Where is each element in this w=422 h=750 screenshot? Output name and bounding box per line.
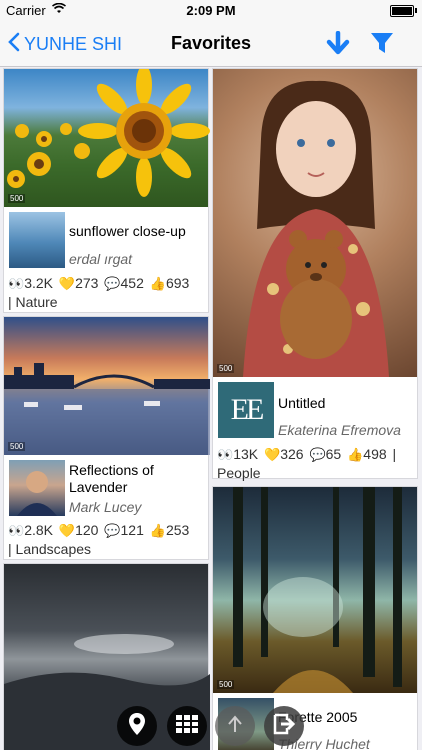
watermark: 500 <box>217 680 235 689</box>
comments-count: 65 <box>325 446 342 462</box>
photo-stats: 👀13K 💛326 💬65 👍498 | People <box>217 445 417 482</box>
grid-view-button[interactable] <box>167 706 207 746</box>
views-count: 13K <box>233 446 259 462</box>
heart-icon: 💛 <box>58 523 76 538</box>
views-count: 2.8K <box>24 522 53 538</box>
thumbs-up-icon: 👍 <box>149 523 166 538</box>
watermark: 500 <box>8 442 26 451</box>
photo-image[interactable]: 500 <box>213 487 417 693</box>
photo-author[interactable]: erdal ırgat <box>69 251 132 267</box>
photo-title: Reflections of Lavender <box>69 462 154 495</box>
votes-count: 498 <box>363 446 387 462</box>
photo-image[interactable]: 500 <box>4 69 210 207</box>
grid-icon <box>176 714 198 738</box>
status-time: 2:09 PM <box>186 3 236 18</box>
page-title: Favorites <box>170 33 252 53</box>
photo-card[interactable]: 500 Reflections of Lavender Mark Lucey 👀… <box>3 316 210 560</box>
photo-image[interactable]: 500 <box>213 69 417 377</box>
scroll-top-button[interactable] <box>215 706 255 746</box>
exit-icon <box>273 713 296 740</box>
comments-count: 121 <box>120 522 144 538</box>
likes-count: 326 <box>280 446 304 462</box>
photo-card[interactable]: 500 EE Untitled Ekaterina Efremova 👀13K … <box>212 68 418 482</box>
views-icon: 👀 <box>8 276 25 291</box>
location-pin-icon <box>128 712 146 741</box>
heart-icon: 💛 <box>58 276 76 291</box>
photo-category: | Nature <box>8 294 58 310</box>
photo-title: sunflower close-up <box>69 223 186 239</box>
thumbs-up-icon: 👍 <box>347 447 364 462</box>
photo-stats: 👀3.2K 💛273 💬452 👍693 | Nature <box>8 274 208 311</box>
comments-count: 452 <box>120 275 144 291</box>
photo-image[interactable]: 500 <box>4 317 210 455</box>
location-button[interactable] <box>117 706 157 746</box>
watermark: 500 <box>8 194 26 203</box>
comment-icon: 💬 <box>104 276 121 291</box>
watermark: 500 <box>217 364 235 373</box>
thumbnail[interactable] <box>9 460 65 516</box>
votes-count: 253 <box>165 522 190 538</box>
photo-stats: 👀2.8K 💛120 💬121 👍253 | Landscapes <box>8 521 208 558</box>
photo-author[interactable]: Ekaterina Efremova <box>278 422 418 438</box>
battery-icon <box>390 5 417 17</box>
filter-icon[interactable] <box>370 31 396 57</box>
photo-category: | Landscapes <box>8 541 92 557</box>
photo-grid: 500 sunflower close-up erdal ırgat 👀3.2K… <box>0 67 422 750</box>
comment-icon: 💬 <box>309 447 326 462</box>
heart-icon: 💛 <box>264 447 281 462</box>
thumbnail[interactable] <box>9 212 65 268</box>
scroll-top-icon <box>225 714 245 739</box>
views-count: 3.2K <box>24 275 53 291</box>
views-icon: 👀 <box>8 523 25 538</box>
votes-count: 693 <box>165 275 190 291</box>
download-icon[interactable] <box>325 30 351 57</box>
photo-title: Untitled <box>278 395 326 411</box>
likes-count: 273 <box>75 275 99 291</box>
status-bar: Carrier 2:09 PM <box>0 0 422 22</box>
exit-button[interactable] <box>264 706 304 746</box>
photo-card[interactable]: 500 sunflower close-up erdal ırgat 👀3.2K… <box>3 68 210 313</box>
navigation-bar: YUNHE SHI Favorites <box>0 22 422 67</box>
likes-count: 120 <box>75 522 99 538</box>
photo-author[interactable]: Mark Lucey <box>69 499 141 515</box>
thumbnail[interactable]: EE <box>218 382 274 438</box>
thumbs-up-icon: 👍 <box>149 276 166 291</box>
views-icon: 👀 <box>217 447 234 462</box>
comment-icon: 💬 <box>104 523 121 538</box>
